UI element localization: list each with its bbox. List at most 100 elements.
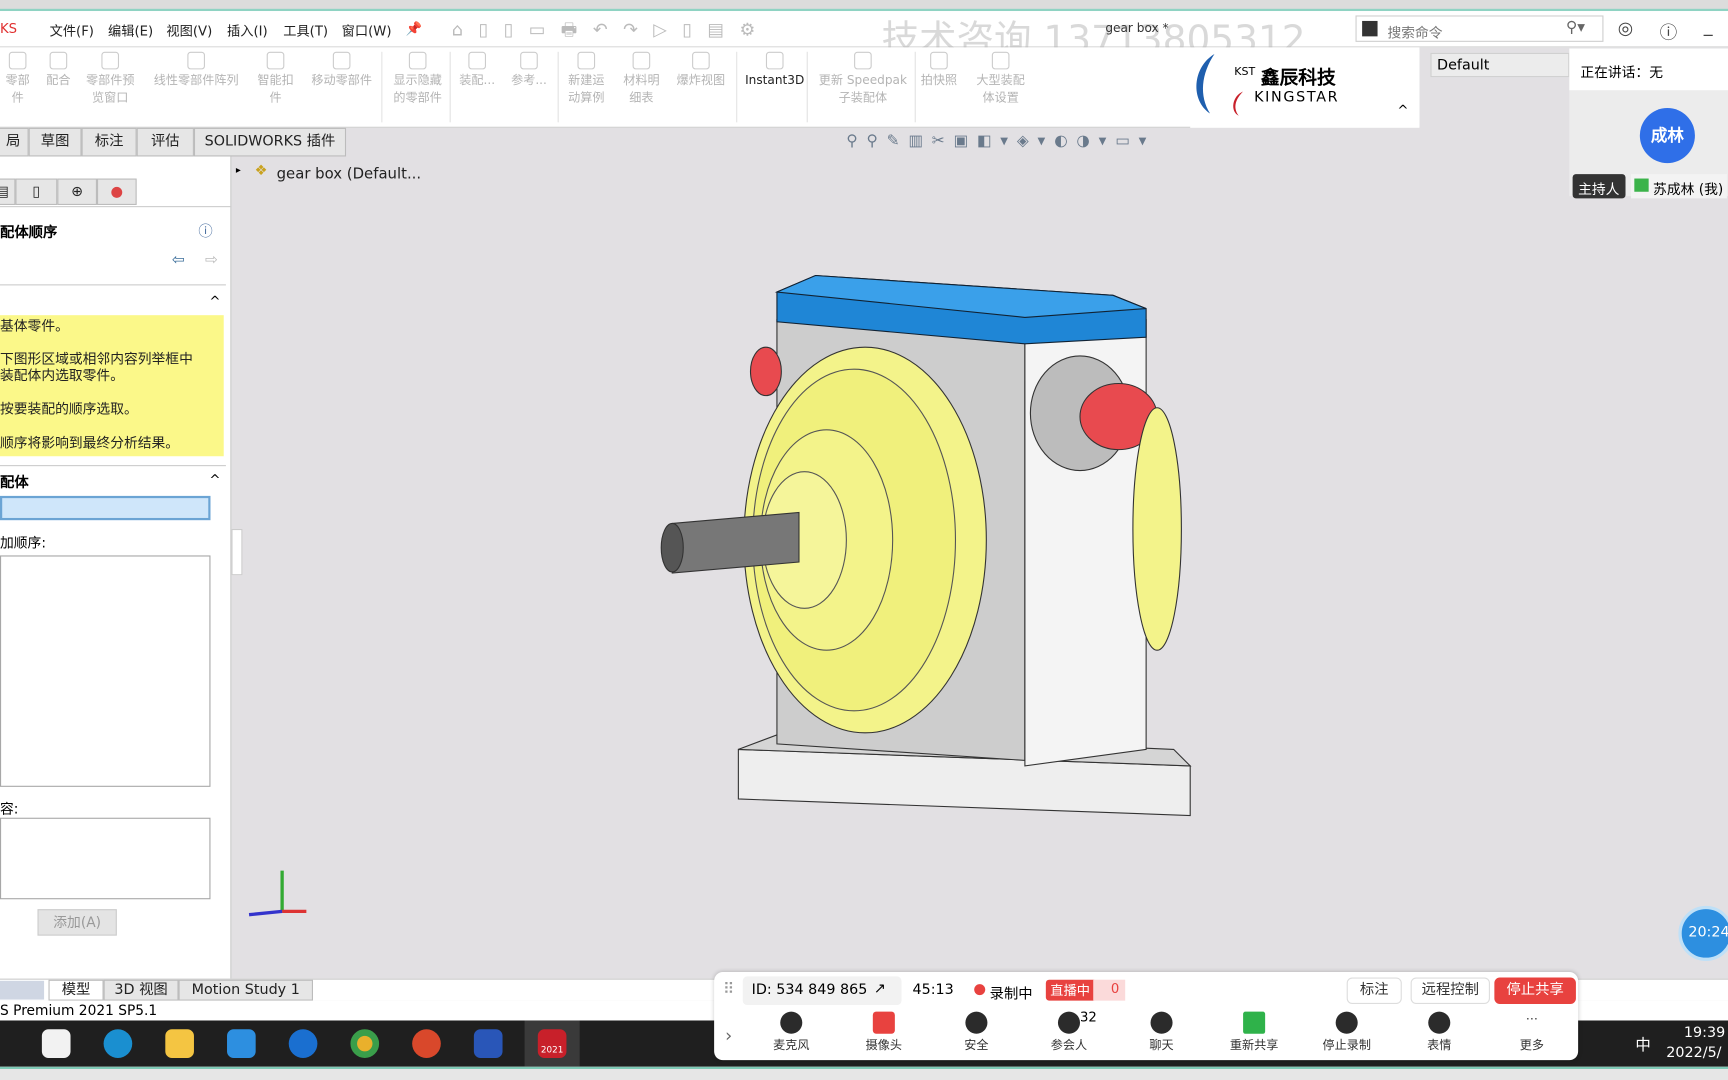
more-icon: ⋯ [1525, 1011, 1538, 1026]
drag-handle-icon[interactable]: ⠿ [723, 981, 734, 999]
tree-root-item[interactable]: gear box (Default... [277, 165, 422, 183]
feature-tree-tab-icon[interactable]: ▤ [0, 178, 16, 205]
tab-scroll-arrows[interactable] [0, 980, 45, 1000]
tree-expand-icon[interactable]: ▸ [236, 165, 241, 176]
help-icon[interactable]: ⓘ [198, 219, 212, 241]
appearance-tab-icon[interactable]: ● [96, 178, 137, 205]
ribbon-button[interactable]: 零部件预 览窗口 [79, 51, 141, 107]
ribbon-icon [991, 51, 1010, 70]
chrome-icon[interactable] [350, 1029, 380, 1058]
menu-view[interactable]: 视图(V) [166, 21, 212, 40]
expand-icon[interactable]: › [725, 1025, 732, 1046]
ribbon-button[interactable]: 拍快照 [917, 51, 961, 89]
gearbox-model[interactable] [650, 264, 1201, 826]
powerpoint-icon[interactable] [412, 1029, 441, 1058]
security-button[interactable]: 安全 [943, 1011, 1009, 1054]
camera-button[interactable]: 摄像头 [851, 1011, 917, 1054]
tab-3d-views[interactable]: 3D 视图 [103, 979, 179, 1001]
menu-file[interactable]: 文件(F) [50, 21, 94, 40]
tab-markup[interactable]: 标注 [81, 127, 137, 157]
remote-control-button[interactable]: 远程控制 [1410, 977, 1490, 1004]
ribbon-button[interactable]: Instant3D [741, 51, 809, 89]
sharing-icon [1634, 178, 1649, 192]
solidworks-icon: 2021 [537, 1029, 567, 1058]
tab-solidworks-addins[interactable]: SOLIDWORKS 插件 [193, 127, 347, 157]
reactions-button[interactable]: 表情 [1406, 1011, 1472, 1054]
ribbon-button[interactable]: 零部件 [0, 51, 35, 107]
forward-arrow-icon[interactable]: ⇨ [205, 251, 218, 269]
second-list[interactable] [0, 817, 211, 900]
recording-status[interactable]: 录制中 [990, 982, 1033, 1003]
second-label: 容: [0, 800, 19, 817]
search-icon[interactable]: ⚲▾ [1566, 19, 1585, 37]
terminal-icon [1362, 20, 1378, 37]
search-commands-box[interactable]: 搜索命令 ⚲▾ [1355, 15, 1604, 42]
more-button[interactable]: ⋯ 更多 [1499, 1012, 1565, 1054]
logo-en: KINGSTAR [1254, 89, 1340, 106]
ribbon-button[interactable]: 新建运 动算例 [562, 51, 610, 107]
meeting-control-bar: ⠿ ID: 534 849 865 ↗ 45:13 录制中 直播中 0 标注 远… [714, 971, 1579, 1061]
store-icon[interactable] [41, 1029, 71, 1058]
menu-tools[interactable]: 工具(T) [283, 21, 328, 40]
configuration-tab-icon[interactable]: ⊕ [57, 178, 97, 205]
annotate-button[interactable]: 标注 [1346, 977, 1402, 1004]
ime-indicator[interactable]: 中 [1635, 1034, 1650, 1056]
clock-time[interactable]: 19:39 [1684, 1025, 1725, 1042]
selection-box[interactable] [0, 495, 211, 521]
ribbon-button[interactable]: 移动零部件 [304, 51, 379, 89]
stop-recording-button[interactable]: 停止录制 [1314, 1011, 1380, 1054]
ribbon-button[interactable]: 装配... [456, 51, 498, 89]
account-icon[interactable]: ◎ [1618, 18, 1633, 39]
ribbon-button[interactable]: 材料明 细表 [617, 51, 665, 107]
ribbon-button[interactable]: 爆炸视图 [672, 51, 729, 89]
ribbon-button[interactable]: 线性零部件阵列 [145, 51, 246, 89]
menu-edit[interactable]: 编辑(E) [108, 21, 153, 40]
add-button[interactable]: 添加(A) [37, 909, 117, 936]
tab-model[interactable]: 模型 [48, 979, 104, 1001]
stop-share-button[interactable]: 停止共享 [1494, 977, 1576, 1004]
solidworks-taskbar-item[interactable]: 2021 [524, 1020, 580, 1067]
chat-button[interactable]: 聊天 [1128, 1011, 1194, 1054]
ribbon-button[interactable]: 大型装配 体设置 [970, 51, 1032, 107]
heads-up-view-toolbar[interactable]: ⚲⚲✎▥✂▣◧▾◈▾◐◑▾▭▾ [846, 132, 1155, 150]
ribbon-button[interactable]: 更新 Speedpak 子装配体 [813, 51, 912, 107]
tab-sketch[interactable]: 草图 [28, 127, 82, 157]
tab-layout[interactable]: 局 [0, 127, 29, 157]
pin-icon[interactable]: 📌 [406, 21, 422, 36]
kingstar-logo: KST 鑫辰科技 KINGSTAR ^ [1190, 49, 1420, 128]
panel-splitter-handle[interactable] [231, 528, 243, 576]
menu-insert[interactable]: 插入(I) [227, 21, 268, 40]
ribbon-button[interactable]: 智能扣件 [253, 51, 297, 107]
help-icon[interactable]: ⓘ [1660, 18, 1678, 44]
tab-motion-study[interactable]: Motion Study 1 [178, 979, 313, 1001]
ribbon-button[interactable]: 显示隐藏 的零部件 [388, 51, 448, 107]
clock-date[interactable]: 2022/5/ [1666, 1045, 1721, 1062]
meeting-timer-bubble[interactable]: 20:24 [1678, 905, 1728, 961]
ribbon-button[interactable]: 参考... [509, 51, 549, 89]
app-v-icon[interactable] [473, 1029, 503, 1058]
configuration-select[interactable]: Default [1430, 52, 1570, 78]
collapse-section2-icon[interactable]: ^ [209, 472, 220, 487]
meeting-id[interactable]: ID: 534 849 865 [752, 982, 868, 999]
collapse-ribbon-icon[interactable]: ^ [1397, 102, 1408, 117]
edge-icon[interactable] [103, 1029, 133, 1058]
back-arrow-icon[interactable]: ⇦ [172, 251, 185, 269]
copy-link-icon[interactable]: ↗ [874, 981, 886, 998]
search-input[interactable]: 搜索命令 [1387, 21, 1442, 42]
app-icon[interactable] [288, 1029, 318, 1058]
minimize-icon[interactable]: _ [1704, 15, 1713, 36]
mail-icon[interactable] [227, 1029, 256, 1058]
order-list[interactable] [0, 555, 211, 787]
microphone-button[interactable]: 麦克风 [758, 1011, 824, 1054]
quick-access-toolbar[interactable]: ⌂▯▯▭🖶↶↷▷▯▤⚙ [452, 18, 771, 48]
tab-evaluate[interactable]: 评估 [136, 127, 194, 157]
file-explorer-icon[interactable] [165, 1029, 194, 1058]
ribbon-icon [632, 51, 651, 70]
menu-window[interactable]: 窗口(W) [342, 21, 392, 40]
live-badge[interactable]: 直播中 [1045, 979, 1095, 1001]
collapse-section-icon[interactable]: ^ [209, 293, 220, 308]
property-manager-tab-icon[interactable]: ▯ [15, 178, 58, 205]
ribbon-button[interactable]: 配合 [42, 51, 75, 89]
screen: KS 文件(F) 编辑(E) 视图(V) 插入(I) 工具(T) 窗口(W) 📌… [0, 0, 1728, 1080]
reshare-button[interactable]: 重新共享 [1221, 1011, 1287, 1054]
